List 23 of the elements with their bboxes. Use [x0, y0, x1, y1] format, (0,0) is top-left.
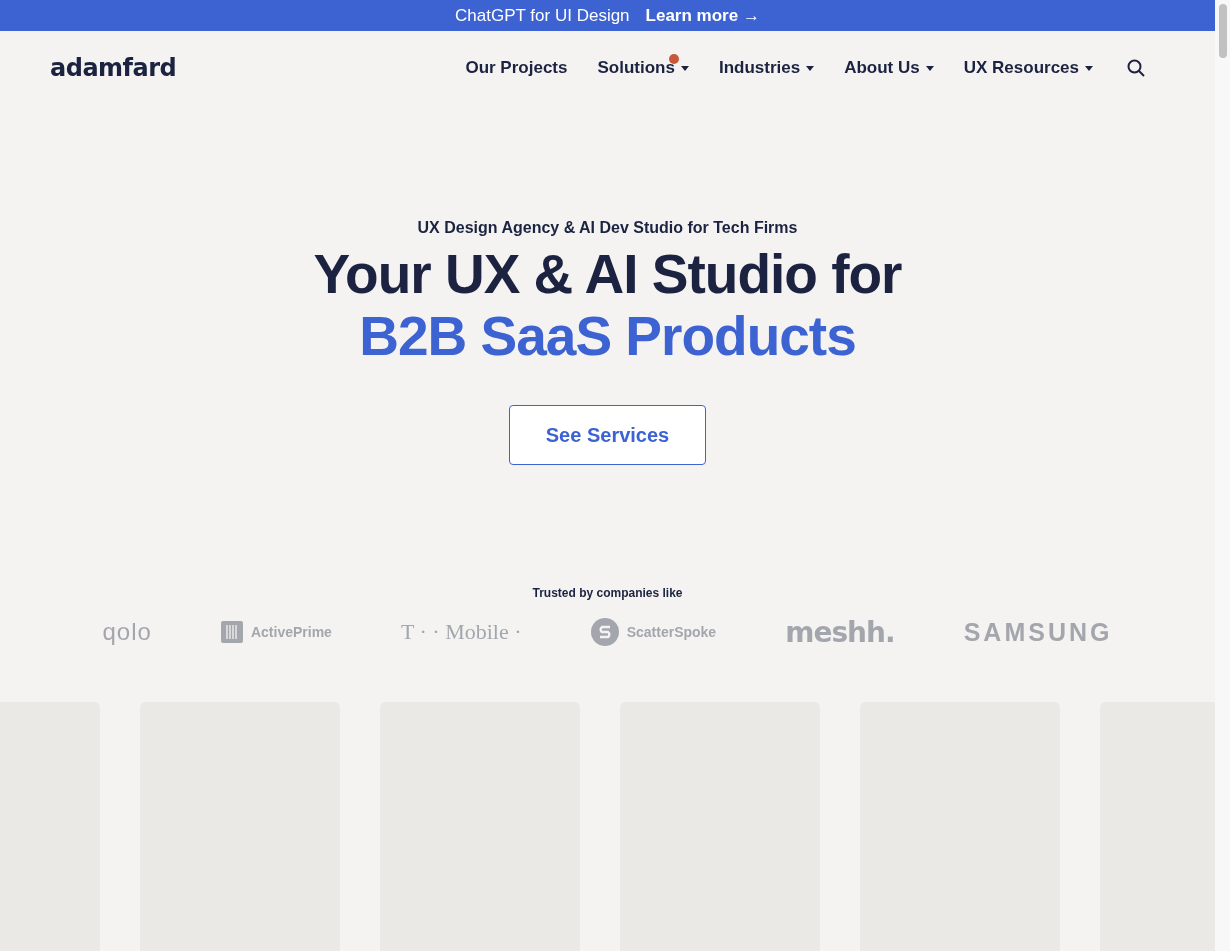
nav-link[interactable]: About Us — [844, 58, 934, 78]
adamfard-logo[interactable]: adamfard — [50, 54, 177, 82]
company-logo: qolo — [102, 618, 152, 646]
company-logo: ScatterSpoke — [626, 624, 717, 640]
company-logo: meshh. — [785, 615, 895, 649]
scrollbar-thumb[interactable] — [1218, 4, 1227, 58]
banner-text: ChatGPT for UI Design — [455, 5, 630, 26]
nav-link[interactable]: UX Resources — [963, 58, 1093, 78]
hero-subtitle: UX Design Agency & AI Dev Studio for Tech Firms — [417, 219, 798, 237]
circle-s-icon — [590, 618, 619, 646]
learn-more-link[interactable]: Learn more → — [645, 5, 760, 26]
hero-heading-accent: B2B SaaS Products — [358, 305, 857, 367]
see-services-button[interactable]: See Services — [509, 405, 706, 465]
company-logo: T · · Mobile · — [401, 619, 522, 645]
hero-heading: Your UX & AI Studio for — [313, 243, 902, 305]
trusted-label: Trusted by companies like — [532, 586, 683, 600]
nav-link[interactable]: Our Projects — [465, 58, 568, 78]
company-logo: ActivePrime — [250, 624, 332, 640]
company-logo: SAMSUNG — [963, 617, 1113, 647]
barcode-square-icon — [220, 621, 243, 643]
nav-link[interactable]: Industries — [718, 58, 815, 78]
nav-link[interactable]: Solutions — [597, 58, 689, 78]
search-icon[interactable] — [1127, 59, 1145, 77]
